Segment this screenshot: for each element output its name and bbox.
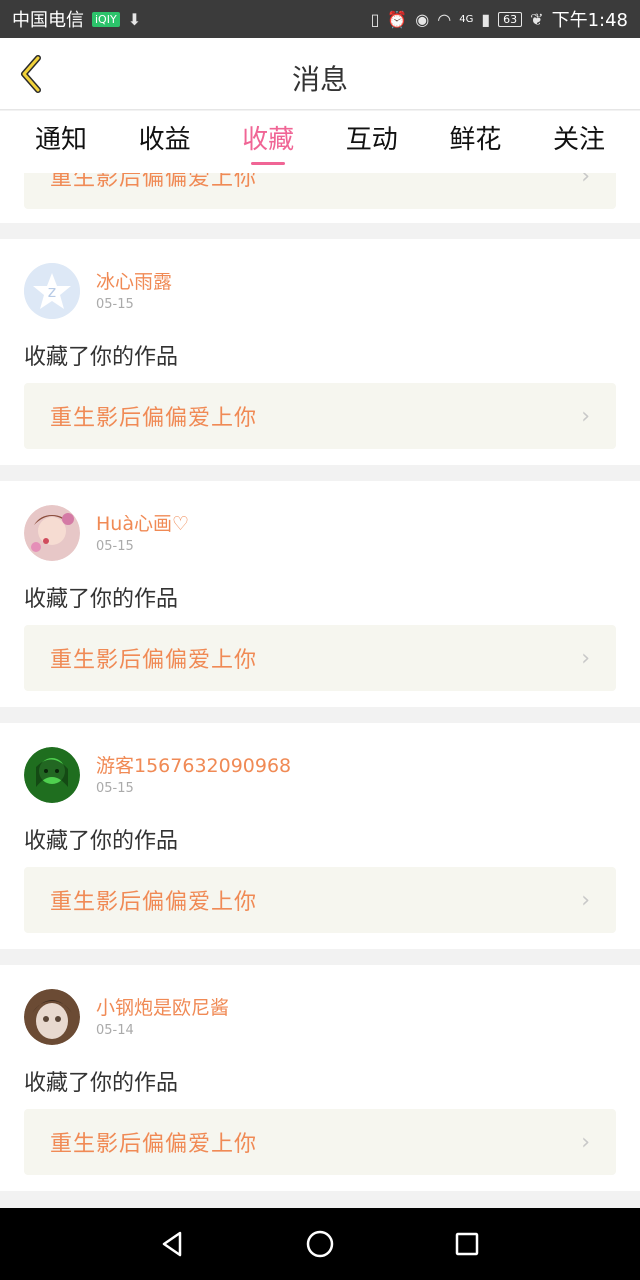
action-text: 收藏了你的作品 [24,1071,179,1096]
work-title: 重生影后偏偏爱上你 [50,406,258,431]
battery-icon: 63 [498,11,523,27]
work-link[interactable]: 重生影后偏偏爱上你 › [24,625,616,691]
nav-recents-button[interactable] [447,1224,487,1264]
action-text: 收藏了你的作品 [24,829,179,854]
app-badge-icon: iQIY [92,11,120,27]
vibrate-icon: ▯ [370,9,380,29]
chevron-right-icon: › [581,887,590,913]
svg-text:z: z [48,282,56,301]
signal-icon: ▮ [481,9,491,29]
top-app-bar: 消息 [0,38,640,110]
system-navigation-bar [0,1208,640,1280]
tab-interactions[interactable]: 互动 [327,111,417,173]
leaf-icon: ❦ [530,9,544,29]
timestamp: 05-14 [96,1023,134,1038]
work-link[interactable]: 重生影后偏偏爱上你 › [24,383,616,449]
message-list: 重生影后偏偏爱上你 › z 冰心雨露 05-15 收藏了你的作品 重生影后偏偏爱… [0,173,640,1208]
tab-following[interactable]: 关注 [534,111,624,173]
status-bar: 中国电信 iQIY ⬇ ▯ ⏰ ◉ ◠ 4G ▮ 63 ❦ 下午1:48 [0,0,640,38]
work-title: 重生影后偏偏爱上你 [50,173,258,191]
chevron-right-icon: › [581,173,590,189]
username[interactable]: 游客1567632090968 [96,751,291,778]
alarm-icon: ⏰ [387,9,408,29]
username[interactable]: 小钢炮是欧尼酱 [96,993,229,1020]
work-link[interactable]: 重生影后偏偏爱上你 › [24,1109,616,1175]
nav-home-button[interactable] [300,1224,340,1264]
list-item: 游客1567632090968 05-15 收藏了你的作品 重生影后偏偏爱上你 … [0,723,640,949]
chevron-right-icon: › [581,403,590,429]
work-link[interactable]: 重生影后偏偏爱上你 › [24,173,616,209]
tab-bar: 通知 收益 收藏 互动 鲜花 关注 [0,111,640,173]
page-title: 消息 [291,63,348,96]
carrier-label: 中国电信 [12,10,84,31]
eye-icon: ◉ [415,9,430,29]
nav-back-button[interactable] [153,1224,193,1264]
clock-label: 下午1:48 [551,10,628,31]
download-icon: ⬇ [127,9,142,29]
avatar[interactable] [24,505,80,561]
wifi-icon: ◠ [437,9,452,29]
timestamp: 05-15 [96,297,134,312]
avatar[interactable]: z [24,263,80,319]
avatar[interactable] [24,989,80,1045]
username[interactable]: 冰心雨露 [96,267,172,294]
action-text: 收藏了你的作品 [24,587,179,612]
triangle-back-icon [163,1231,182,1257]
username[interactable]: Huà心画♡ [96,509,189,536]
tab-notifications[interactable]: 通知 [16,111,106,173]
timestamp: 05-15 [96,539,134,554]
work-title: 重生影后偏偏爱上你 [50,890,258,915]
timestamp: 05-15 [96,781,134,796]
tab-favorites[interactable]: 收藏 [223,111,313,173]
avatar[interactable] [24,747,80,803]
list-item: 小钢炮是欧尼酱 05-14 收藏了你的作品 重生影后偏偏爱上你 › [0,965,640,1191]
chevron-right-icon: › [581,1129,590,1155]
work-title: 重生影后偏偏爱上你 [50,648,258,673]
square-recents-icon [455,1232,478,1256]
work-title: 重生影后偏偏爱上你 [50,1132,258,1157]
circle-home-icon [306,1230,334,1258]
list-item: 重生影后偏偏爱上你 › [0,173,640,223]
list-item: z 冰心雨露 05-15 收藏了你的作品 重生影后偏偏爱上你 › [0,239,640,465]
network-type-label: 4G [459,13,474,25]
tab-earnings[interactable]: 收益 [120,111,210,173]
action-text: 收藏了你的作品 [24,345,179,370]
work-link[interactable]: 重生影后偏偏爱上你 › [24,867,616,933]
list-item: Huà心画♡ 05-15 收藏了你的作品 重生影后偏偏爱上你 › [0,481,640,707]
chevron-right-icon: › [581,645,590,671]
tab-flowers[interactable]: 鲜花 [430,111,520,173]
